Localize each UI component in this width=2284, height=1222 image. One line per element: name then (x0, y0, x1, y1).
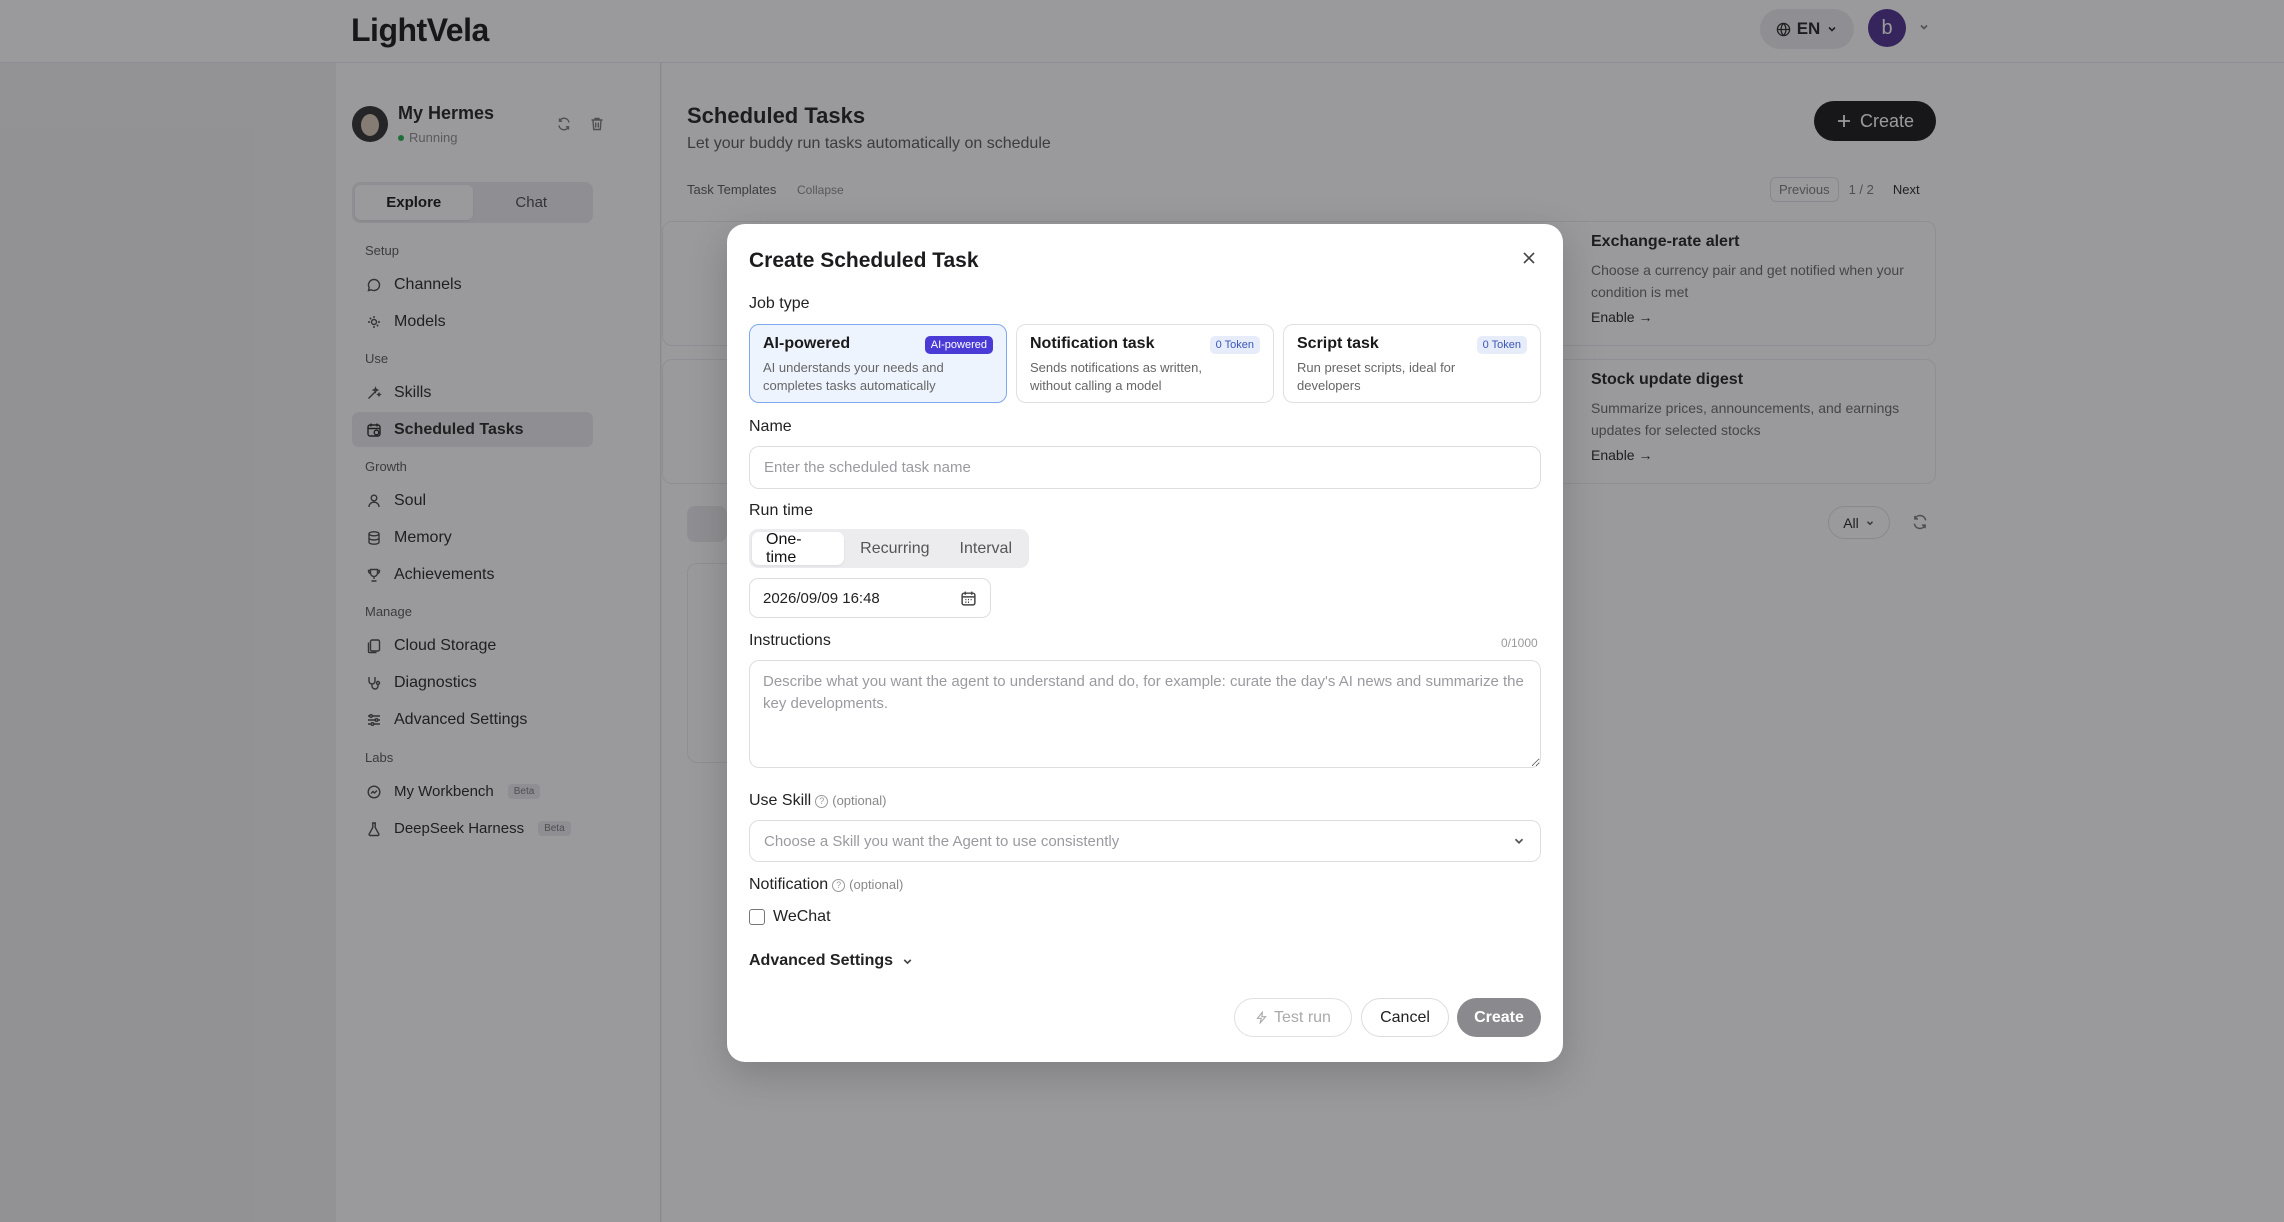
run-time-label: Run time (749, 502, 814, 519)
job-type-selector: AI-powered AI-powered AI understands you… (749, 324, 1541, 403)
job-type-desc: Sends notifications as written, without … (1030, 360, 1202, 393)
lightning-icon (1255, 1011, 1268, 1024)
advanced-settings-toggle[interactable]: Advanced Settings (749, 952, 914, 970)
skill-select-placeholder: Choose a Skill you want the Agent to use… (764, 832, 1120, 850)
cancel-button[interactable]: Cancel (1361, 998, 1449, 1037)
task-name-input[interactable] (749, 446, 1541, 489)
calendar-icon[interactable] (960, 590, 977, 607)
chevron-down-icon (901, 955, 914, 968)
help-icon[interactable]: ? (815, 795, 829, 808)
job-type-badge: 0 Token (1209, 336, 1260, 354)
datetime-value: 2026/09/09 16:48 (763, 589, 880, 607)
notification-label: Notification? (optional) (749, 876, 904, 893)
chevron-down-icon (1512, 834, 1526, 848)
instructions-label: Instructions (749, 632, 831, 649)
job-type-script[interactable]: Script task 0 Token Run preset scripts, … (1283, 324, 1541, 403)
skill-select[interactable]: Choose a Skill you want the Agent to use… (749, 820, 1541, 862)
job-type-desc: Run preset scripts, ideal for developers (1297, 360, 1456, 393)
optional-label: (optional) (832, 793, 887, 808)
run-time-interval[interactable]: Interval (946, 532, 1026, 565)
job-type-badge: 0 Token (1476, 336, 1527, 354)
instructions-textarea[interactable] (749, 660, 1541, 768)
run-time-segmented: One-time Recurring Interval (749, 529, 1029, 568)
dialog-title: Create Scheduled Task (749, 249, 979, 272)
job-type-label: Job type (749, 295, 810, 312)
optional-label: (optional) (849, 877, 904, 892)
name-label: Name (749, 418, 792, 435)
create-task-dialog: Create Scheduled Task Job type AI-powere… (727, 224, 1563, 1062)
close-icon[interactable] (1518, 247, 1540, 269)
test-run-button[interactable]: Test run (1234, 998, 1352, 1037)
job-type-ai-powered[interactable]: AI-powered AI-powered AI understands you… (749, 324, 1007, 403)
create-button[interactable]: Create (1457, 998, 1541, 1037)
wechat-option[interactable]: WeChat (749, 908, 831, 926)
wechat-checkbox[interactable] (749, 909, 765, 925)
job-type-badge: AI-powered (924, 336, 993, 354)
datetime-picker[interactable]: 2026/09/09 16:48 (749, 578, 991, 618)
job-type-notification[interactable]: Notification task 0 Token Sends notifica… (1016, 324, 1274, 403)
run-time-recurring[interactable]: Recurring (846, 532, 943, 565)
instructions-counter: 0/1000 (1501, 636, 1538, 650)
help-icon[interactable]: ? (832, 879, 846, 892)
use-skill-label: Use Skill? (optional) (749, 792, 887, 809)
run-time-one-time[interactable]: One-time (752, 531, 845, 566)
wechat-label: WeChat (773, 908, 831, 925)
job-type-desc: AI understands your needs and completes … (763, 360, 944, 393)
